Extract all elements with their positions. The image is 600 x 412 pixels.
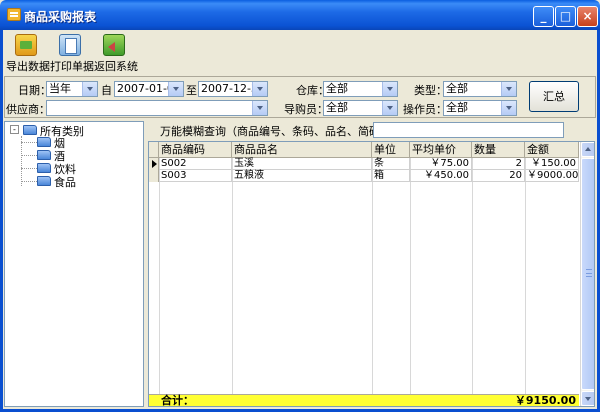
row-selector[interactable] [149,170,159,182]
grid-column-line [159,158,160,394]
date-period-value: 当年 [49,82,71,95]
chevron-down-icon[interactable] [382,82,397,96]
summarize-button[interactable]: 汇总 [529,81,579,112]
date-to-picker[interactable]: 2007-12-31 [198,81,268,97]
current-row-pointer-icon [152,160,157,168]
title-bar: 商品采购报表 _ □ × [0,0,600,30]
print-icon [59,34,81,56]
vertical-scrollbar[interactable] [580,142,594,406]
buyer-value: 全部 [326,101,348,114]
cell-code[interactable]: S002 [159,158,232,170]
tree-node-food[interactable]: 食品 [54,174,76,190]
cell-avg-price[interactable]: ￥450.00 [410,170,472,182]
date-period-select[interactable]: 当年 [46,81,98,97]
cell-amount[interactable]: ￥9000.00 [525,170,579,182]
cell-amount[interactable]: ￥150.00 [525,158,579,170]
total-value: ￥9150.00 [514,394,576,407]
chevron-down-icon[interactable] [501,101,516,115]
operator-value: 全部 [446,101,468,114]
buyer-select[interactable]: 全部 [323,100,398,116]
cell-quantity[interactable]: 2 [472,158,525,170]
total-bar: 合计： ￥9150.00 [149,394,579,407]
chevron-down-icon[interactable] [501,82,516,96]
cell-unit[interactable]: 条 [372,158,410,170]
column-header-code[interactable]: 商品编码 [159,142,232,158]
scroll-down-icon[interactable] [581,391,594,406]
total-label: 合计： [161,394,194,407]
print-receipt-label: 打印单据 [50,60,94,73]
tree-line [21,142,37,143]
grid-column-line [410,158,411,394]
minimize-button[interactable]: _ [533,6,554,27]
column-header-quantity[interactable]: 数量 [472,142,525,158]
tree-line [21,168,37,169]
print-receipt-button[interactable]: 打印单据 [50,34,94,74]
grid-header: 商品编码 商品品名 单位 平均单价 数量 金额 [149,142,579,158]
folder-icon [37,137,51,147]
tree-line [21,155,37,156]
chevron-down-icon[interactable] [252,82,267,96]
row-selector[interactable] [149,158,159,170]
window-title: 商品采购报表 [24,10,97,24]
cell-unit[interactable]: 箱 [372,170,410,182]
cell-name[interactable]: 五粮液 [232,170,372,182]
date-from-picker[interactable]: 2007-01-01 [114,81,184,97]
operator-label: 操作员： [403,103,447,116]
folder-icon [37,150,51,160]
export-data-label: 导出数据 [6,60,50,73]
export-icon [15,34,37,56]
window-frame-left [0,30,3,412]
row-header-corner [149,142,159,158]
return-system-button[interactable]: 返回系统 [94,34,138,74]
return-icon [103,34,125,56]
cell-code[interactable]: S003 [159,170,232,182]
app-icon [7,8,21,21]
warehouse-value: 全部 [326,82,348,95]
tree-collapse-toggle[interactable]: - [10,125,19,134]
operator-select[interactable]: 全部 [443,100,517,116]
chevron-down-icon[interactable] [168,82,183,96]
type-select[interactable]: 全部 [443,81,517,97]
export-data-button[interactable]: 导出数据 [6,34,50,74]
close-button[interactable]: × [577,6,598,27]
folder-icon [37,163,51,173]
return-system-label: 返回系统 [94,60,138,73]
supplier-select[interactable] [46,100,268,116]
to-label: 至 [186,84,197,97]
tree-line [21,136,22,186]
search-label: 万能模糊查询（商品编号、条码、品名、简码）： [160,125,397,138]
warehouse-select[interactable]: 全部 [323,81,398,97]
from-label: 自 [101,84,112,97]
grip-icon [586,269,592,277]
cell-avg-price[interactable]: ￥75.00 [410,158,472,170]
column-header-unit[interactable]: 单位 [372,142,410,158]
scrollbar-thumb[interactable] [581,158,594,390]
column-header-name[interactable]: 商品品名 [232,142,372,158]
chevron-down-icon[interactable] [82,82,97,96]
search-input[interactable] [373,122,564,138]
grid-column-line [232,158,233,394]
chevron-down-icon[interactable] [382,101,397,115]
maximize-button[interactable]: □ [555,6,576,27]
buyer-label: 导购员： [284,103,328,116]
column-header-avg-price[interactable]: 平均单价 [410,142,472,158]
folder-icon [37,176,51,186]
column-header-amount[interactable]: 金额 [525,142,579,158]
table-row[interactable]: S003 五粮液 箱 ￥450.00 20 ￥9000.00 [149,170,579,182]
purchase-grid: 商品编码 商品品名 单位 平均单价 数量 金额 S002 玉溪 条 ￥75.00… [148,141,595,407]
cell-quantity[interactable]: 20 [472,170,525,182]
folder-icon [23,125,37,135]
category-tree: - 所有类别 烟 酒 饮料 食品 [4,121,144,407]
cell-name[interactable]: 玉溪 [232,158,372,170]
chevron-down-icon[interactable] [252,101,267,115]
supplier-label: 供应商： [6,103,50,116]
grid-column-line [372,158,373,394]
scroll-up-icon[interactable] [581,142,594,157]
type-value: 全部 [446,82,468,95]
tree-line [21,181,37,182]
grid-column-line [525,158,526,394]
table-row[interactable]: S002 玉溪 条 ￥75.00 2 ￥150.00 [149,158,579,170]
grid-column-line [472,158,473,394]
